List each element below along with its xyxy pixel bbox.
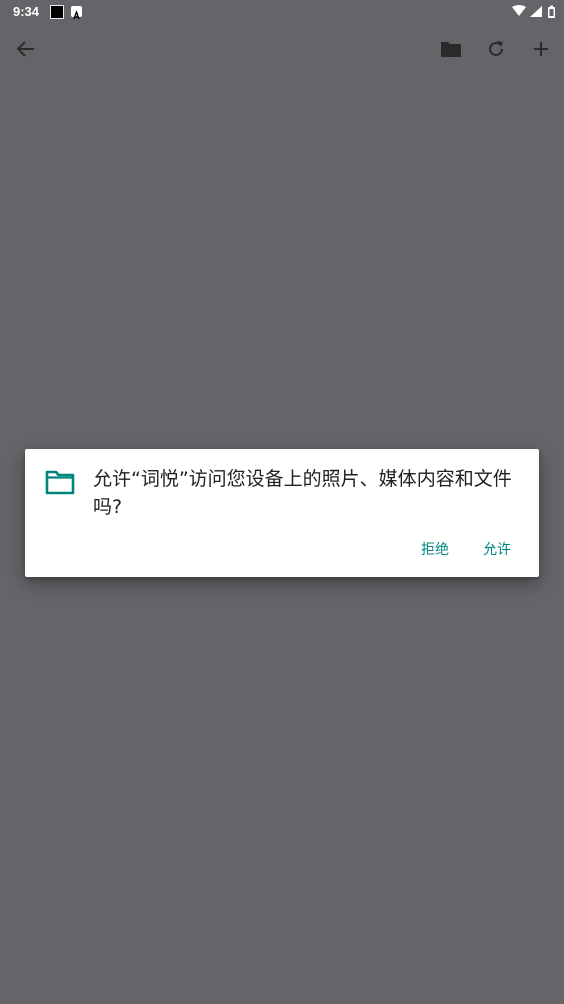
dialog-message: 允许“词悦”访问您设备上的照片、媒体内容和文件吗? xyxy=(93,468,512,518)
notification-square-icon xyxy=(50,5,64,19)
wifi-icon xyxy=(512,5,526,16)
status-time: 9:34 xyxy=(13,4,40,19)
deny-button[interactable]: 拒绝 xyxy=(421,539,449,559)
permission-dialog: 允许“词悦”访问您设备上的照片、媒体内容和文件吗? 拒绝 允许 xyxy=(25,449,539,577)
allow-button[interactable]: 允许 xyxy=(483,539,511,559)
add-icon[interactable] xyxy=(528,36,554,62)
battery-icon xyxy=(548,5,555,18)
folder-icon[interactable] xyxy=(438,36,464,62)
status-bar: 9:34 xyxy=(0,0,564,24)
dialog-actions: 拒绝 允许 xyxy=(421,539,511,559)
status-icons xyxy=(510,4,558,20)
refresh-icon[interactable] xyxy=(483,36,509,62)
back-arrow-icon[interactable] xyxy=(13,36,39,62)
folder-outline-icon xyxy=(45,469,75,499)
app-bar xyxy=(0,24,564,74)
app-a-icon xyxy=(71,6,82,20)
signal-icon xyxy=(530,6,542,17)
